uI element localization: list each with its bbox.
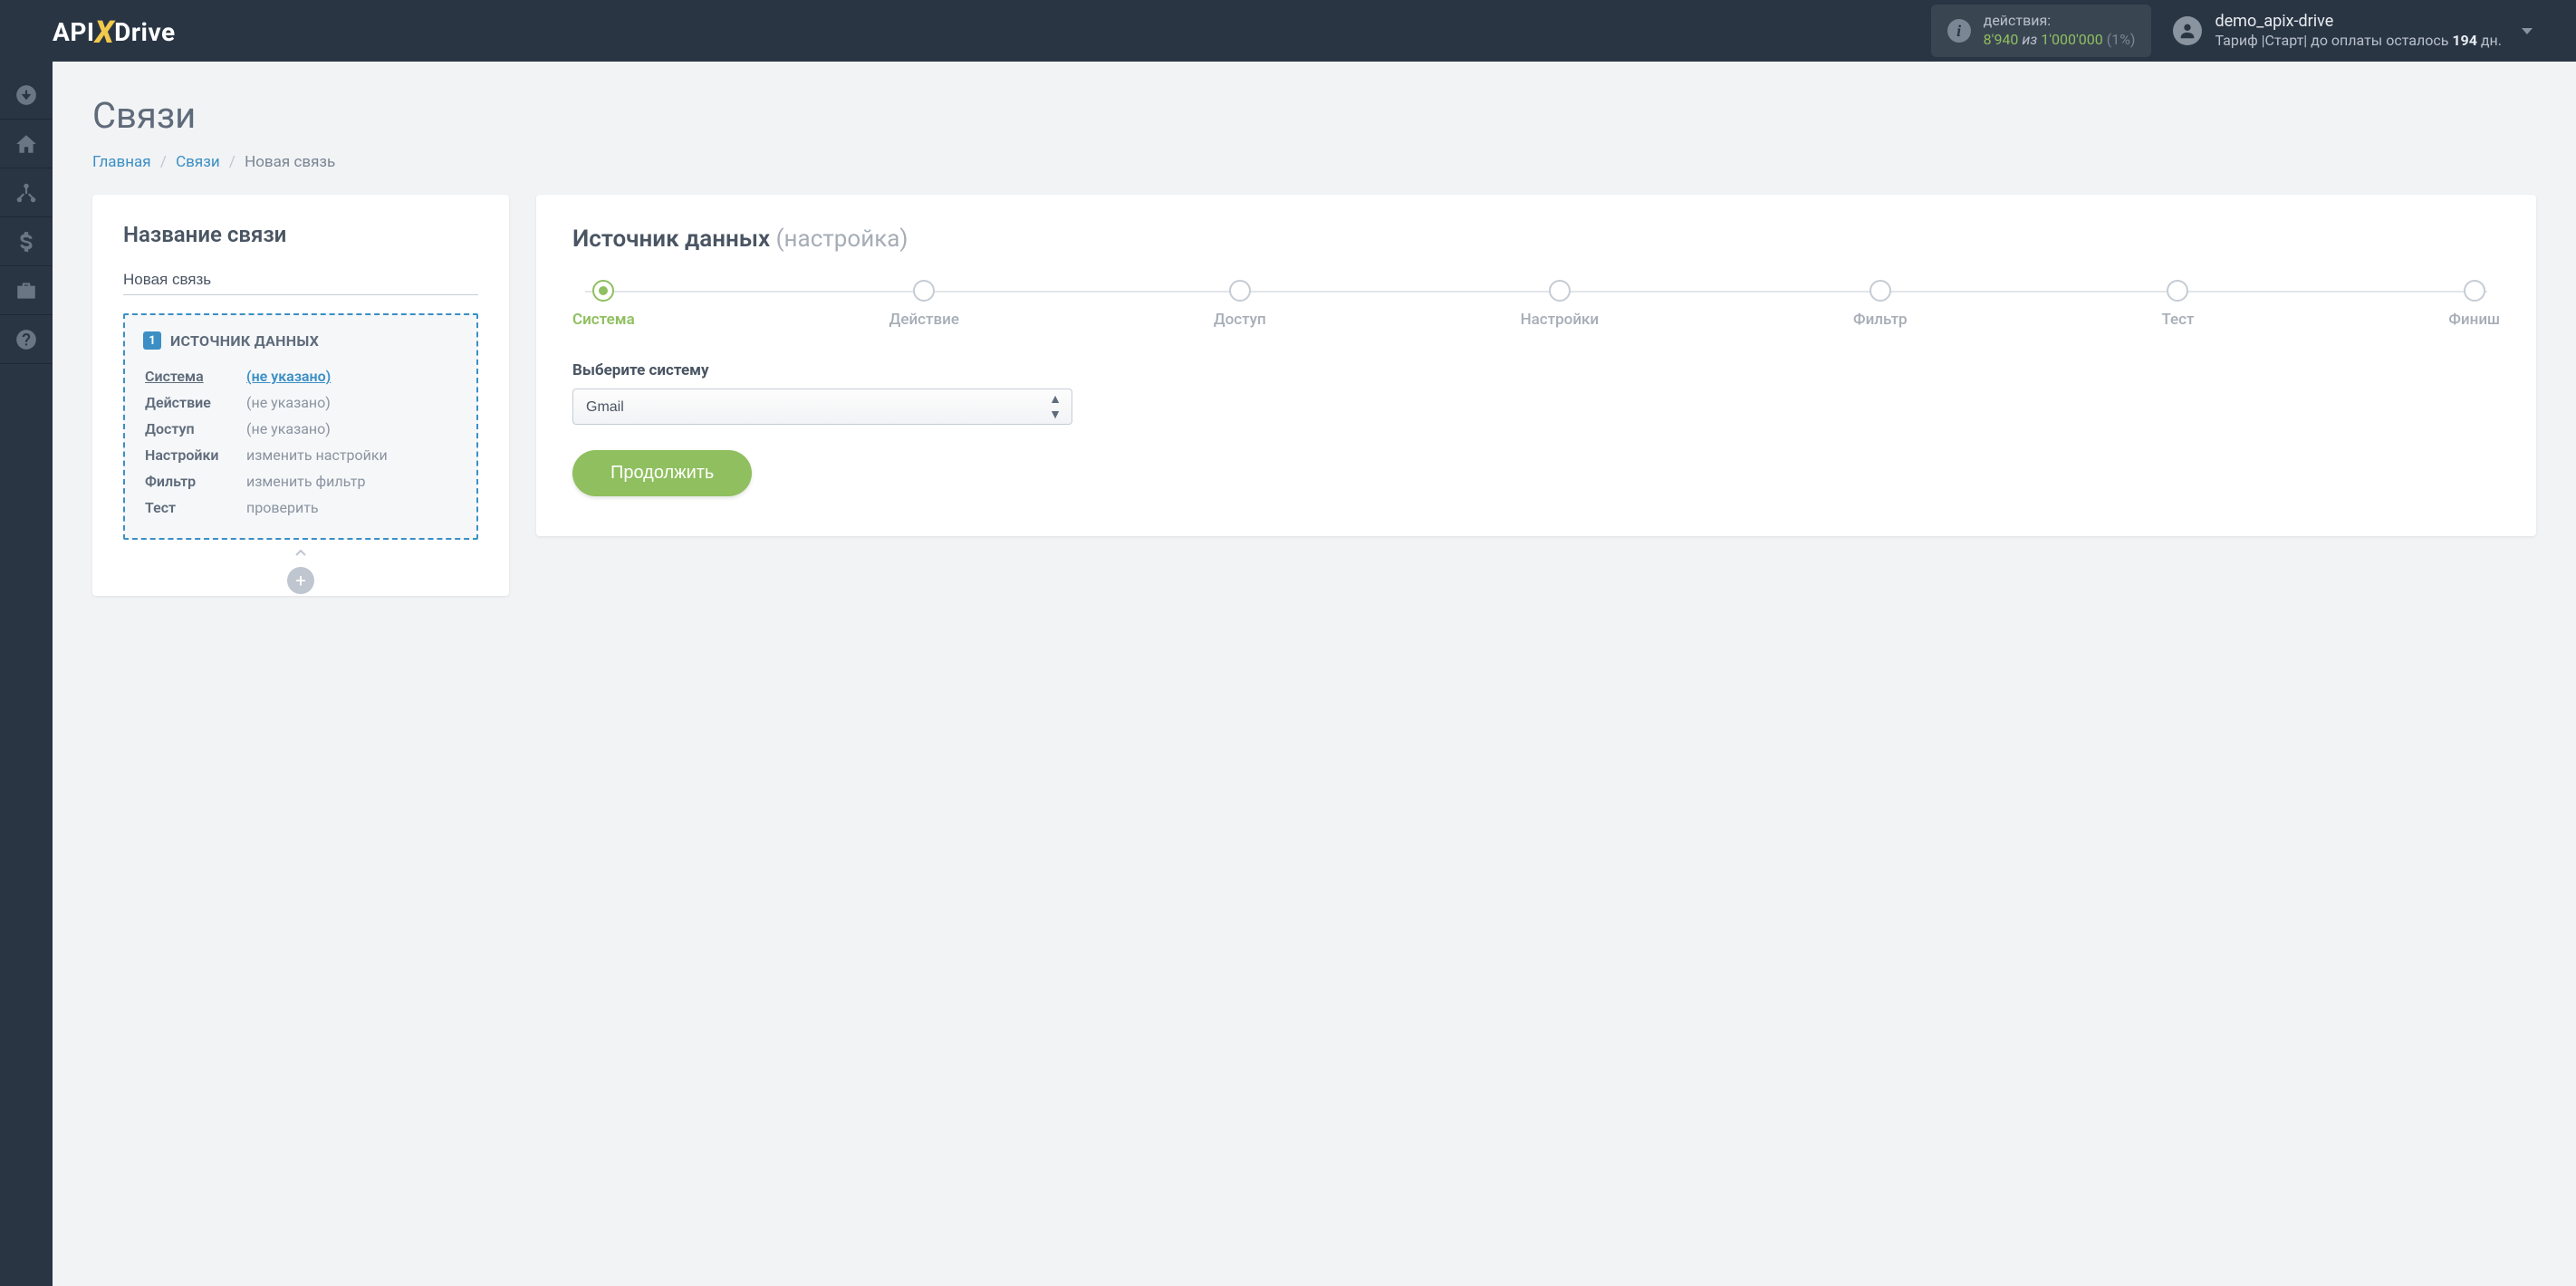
source-heading: ИСТОЧНИК ДАННЫХ [170,332,319,350]
step[interactable]: Финиш [2448,280,2500,329]
step-label: Действие [889,311,959,329]
sidebar-item-briefcase[interactable] [0,266,53,315]
content: Связи Главная / Связи / Новая связь Назв… [53,62,2576,1286]
logo[interactable]: APIXDrive [53,13,176,49]
step-dot [913,280,935,302]
source-rows: Система(не указано)Действие(не указано)Д… [143,362,458,522]
actions-limit: 1'000'000 [2041,31,2103,48]
page-title: Связи [92,94,2536,137]
connection-name-input[interactable] [123,265,478,295]
source-row[interactable]: Доступ(не указано) [145,417,457,441]
step[interactable]: Тест [2161,280,2194,329]
step-dot [1870,280,1891,302]
step-dot [1229,280,1251,302]
step[interactable]: Действие [889,280,959,329]
step-label: Фильтр [1853,311,1908,329]
actions-pct: (1%) [2107,31,2136,48]
actions-label: действия: [1984,12,2136,31]
sidebar-item-help[interactable] [0,315,53,364]
source-row[interactable]: Система(не указано) [145,364,457,389]
step-label: Доступ [1214,311,1266,329]
user-icon [2173,16,2202,45]
step[interactable]: Настройки [1521,280,1600,329]
user-menu[interactable]: demo_apix-drive Тариф |Старт| до оплаты … [2173,11,2558,51]
info-icon: i [1947,19,1971,43]
continue-button[interactable]: Продолжить [572,450,752,496]
step-dot [592,280,614,302]
step[interactable]: Система [572,280,635,329]
card-source-config: Источник данных (настройка) Система Дейст… [536,195,2536,536]
actions-used: 8'940 [1984,31,2019,48]
sidebar [0,62,53,1286]
step-dot [2167,280,2188,302]
logo-x: X [95,14,115,51]
sidebar-item-enter[interactable] [0,71,53,120]
step-dot [2464,280,2485,302]
source-summary-box: 1 ИСТОЧНИК ДАННЫХ Система(не указано)Дей… [123,313,478,540]
step-label: Настройки [1521,311,1600,329]
topbar: APIXDrive i действия: 8'940 из 1'000'000… [0,0,2576,62]
source-row[interactable]: Тестпроверить [145,495,457,520]
sidebar-item-billing[interactable] [0,217,53,266]
step[interactable]: Доступ [1214,280,1266,329]
system-select[interactable]: Gmail [572,389,1072,425]
card-connection-name: Название связи 1 ИСТОЧНИК ДАННЫХ Система… [92,195,509,596]
right-heading: Источник данных (настройка) [572,226,2500,253]
source-badge: 1 [143,331,161,350]
breadcrumb-current: Новая связь [245,153,335,171]
chevron-down-icon [2522,28,2533,34]
breadcrumb: Главная / Связи / Новая связь [92,153,2536,171]
logo-api: API [53,17,95,47]
step-label: Финиш [2448,311,2500,329]
user-tariff: Тариф |Старт| до оплаты осталось 194 дн. [2215,32,2502,51]
breadcrumb-links[interactable]: Связи [176,153,220,171]
logo-drive: Drive [114,17,175,47]
add-destination-button[interactable]: + [287,567,314,594]
breadcrumb-home[interactable]: Главная [92,153,151,171]
user-name: demo_apix-drive [2215,11,2502,32]
select-label: Выберите систему [572,361,2500,379]
actions-counter[interactable]: i действия: 8'940 из 1'000'000 (1%) [1931,5,2152,57]
step[interactable]: Фильтр [1853,280,1908,329]
source-row[interactable]: Действие(не указано) [145,390,457,415]
actions-text: действия: 8'940 из 1'000'000 (1%) [1984,12,2136,50]
source-row[interactable]: Фильтризменить фильтр [145,469,457,494]
sidebar-item-home[interactable] [0,120,53,168]
step-dot [1549,280,1571,302]
source-row[interactable]: Настройкиизменить настройки [145,443,457,467]
step-label: Система [572,311,635,329]
actions-iz: из [2022,31,2037,48]
step-label: Тест [2161,311,2194,329]
left-heading: Название связи [123,222,478,247]
user-text: demo_apix-drive Тариф |Старт| до оплаты … [2215,11,2502,51]
steps: Система Действие Доступ Настройки Фильтр Тест… [572,280,2500,329]
sidebar-item-connections[interactable] [0,168,53,217]
